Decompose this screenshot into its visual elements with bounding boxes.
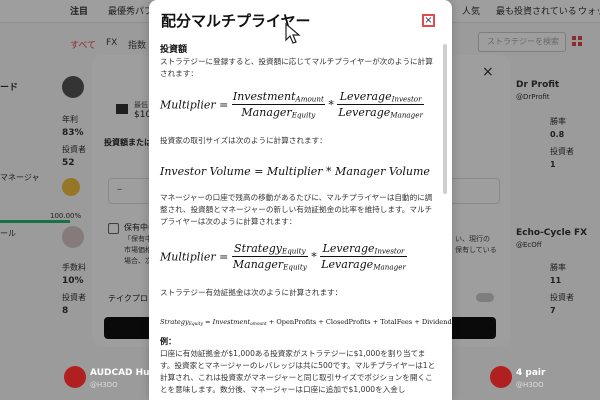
formula-strategy-equity: StrategyEquity = Investmentamount + Open… — [160, 318, 452, 327]
formula-investor-volume: Investor Volume = Multiplier * Manager V… — [160, 165, 430, 178]
strategy-handle: @H3DO — [90, 381, 118, 389]
formula-fraction: InvestmentAmount ManagerEquity — [231, 90, 325, 120]
paragraph-volume: 投資家の取引サイズは次のように計算されます： — [160, 136, 327, 145]
strategy-handle: @H3DO — [516, 381, 544, 389]
example-title: 例： — [160, 337, 176, 346]
avatar — [64, 366, 86, 388]
mouse-cursor-icon — [285, 23, 301, 44]
section-title: 投資額 — [160, 45, 188, 55]
paragraph-adjust: マネージャーの口座で残高の移動があるたびに、マルチプライヤーは自動的に調整され、… — [160, 193, 433, 226]
paragraph-intro: ストラテジーに登録すると、投資額に応じてマルチプライヤーが次のように計算されます… — [160, 57, 433, 78]
paragraph-strategy-equity: ストラテジー有効証拠金は次のように計算されます： — [160, 288, 343, 297]
multiplier-modal: 配分マルチプライヤー × 投資額 ストラテジーに登録すると、投資額に応じてマルチ… — [149, 0, 452, 400]
paragraph-example: 口座に有効証拠金が$1,000ある投資家がストラテジーに$1,000を割り当てま… — [160, 349, 436, 394]
close-icon: × — [424, 14, 433, 26]
scrollbar[interactable] — [443, 44, 447, 194]
formula-fraction: LeverageInvestor LeverageManager — [337, 90, 424, 120]
formula-lhs: Multiplier — [160, 98, 216, 112]
avatar — [490, 366, 512, 388]
close-button[interactable]: × — [422, 14, 435, 27]
formula-multiplier-adjusted: Multiplier = StrategyEquity ManagerEquit… — [160, 242, 407, 272]
formula-multiplier-initial: Multiplier = InvestmentAmount ManagerEqu… — [160, 90, 424, 120]
strategy-name[interactable]: 4 pair — [516, 368, 545, 378]
